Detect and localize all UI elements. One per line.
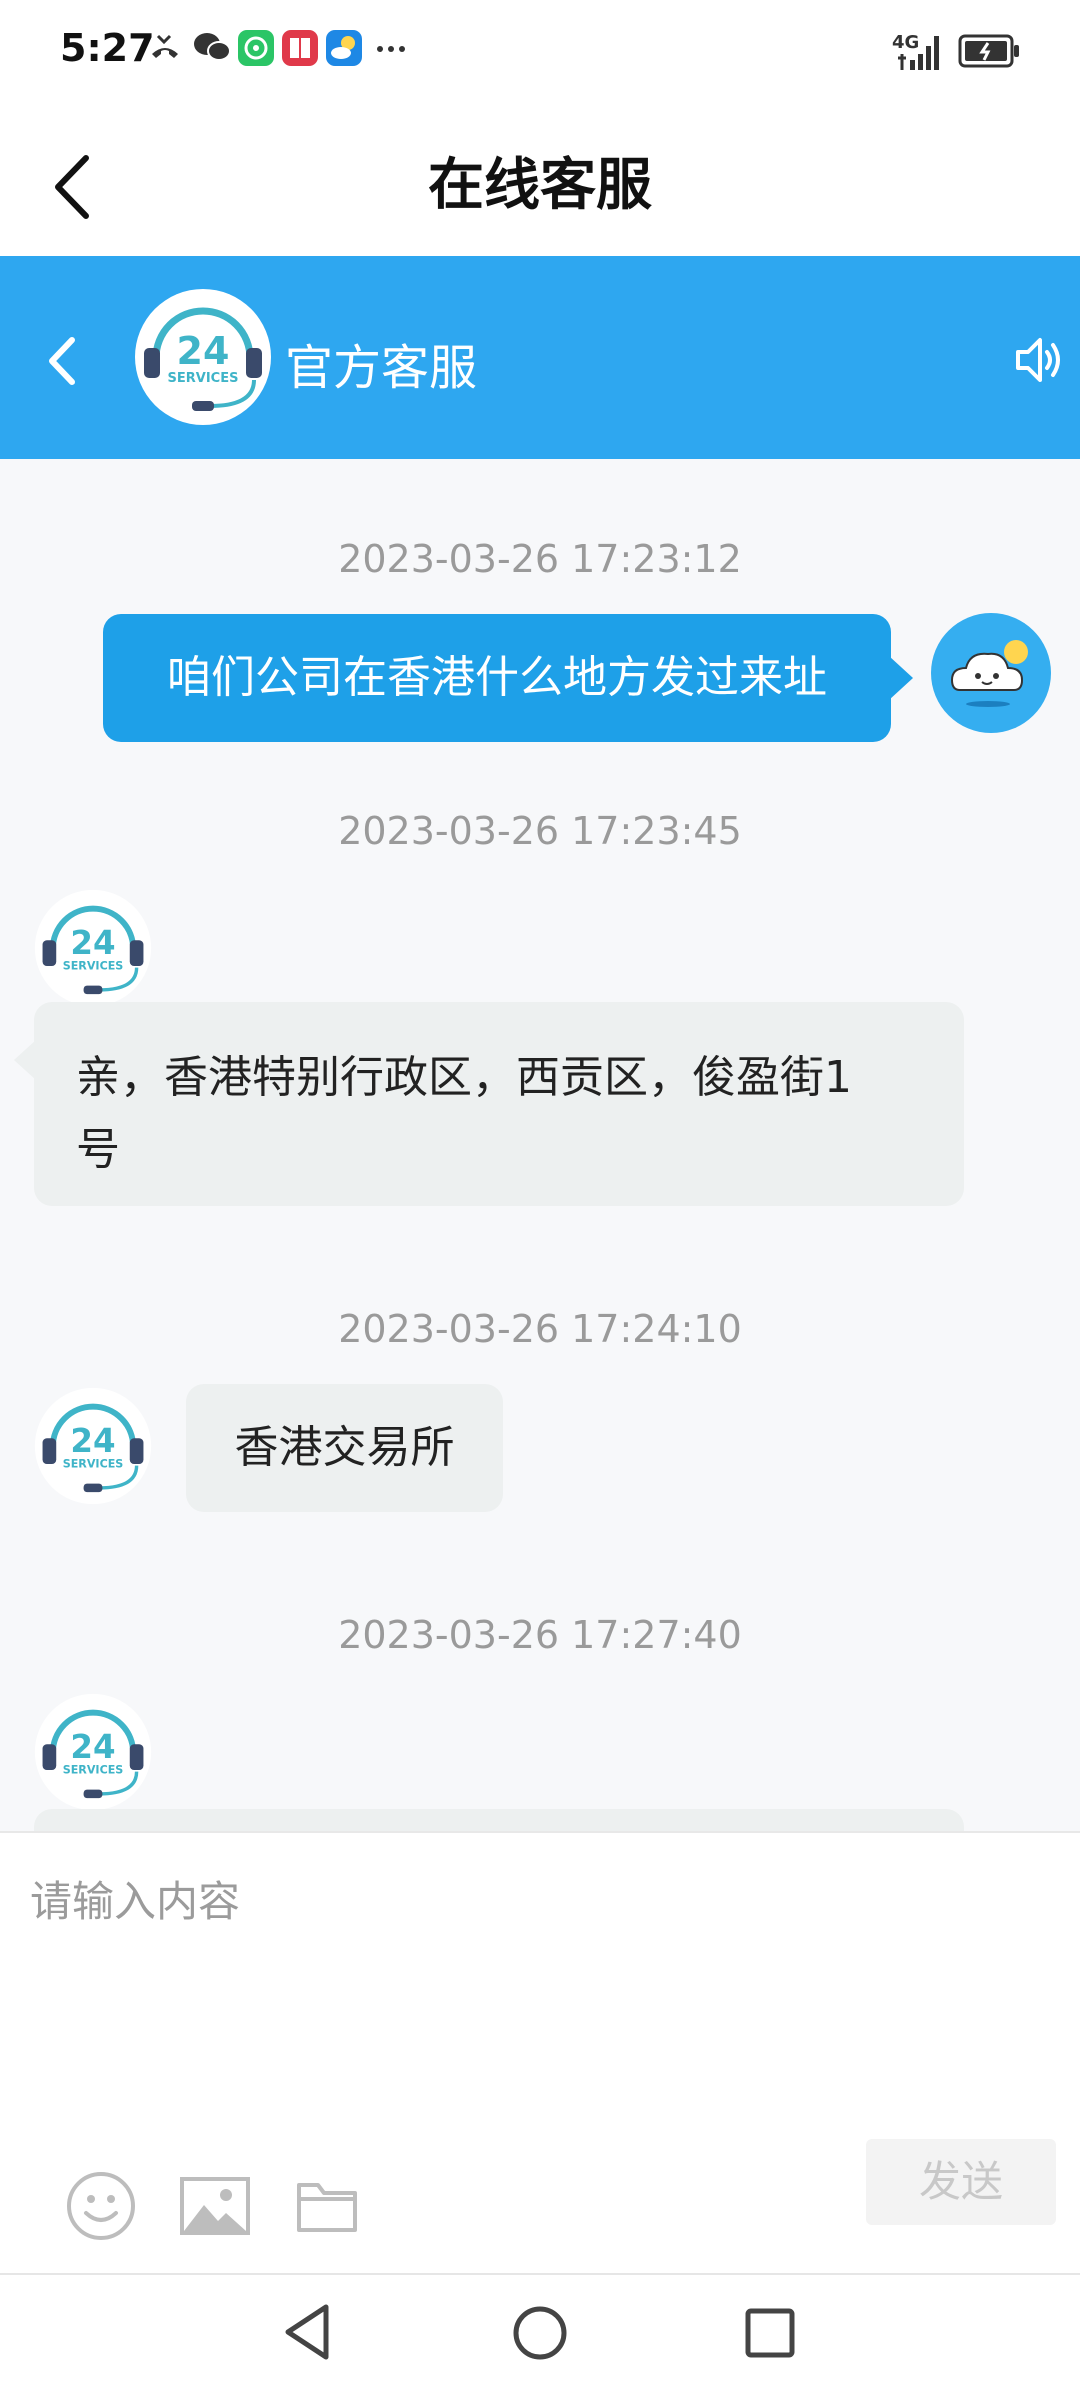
image-icon[interactable] — [180, 2177, 250, 2235]
agent-message-bubble[interactable] — [34, 1809, 964, 1831]
agent-avatar: 24 SERVICES — [135, 289, 271, 425]
wechat-icon — [194, 33, 231, 61]
missed-call-icon — [152, 34, 178, 58]
input-area: 发送 — [0, 1831, 1080, 2275]
messaging-app-icon — [238, 30, 274, 66]
agent-avatar: 24 SERVICES — [34, 1387, 152, 1505]
message-timestamp: 2023-03-26 17:23:45 — [338, 809, 742, 853]
agent-avatar: 24 SERVICES — [34, 889, 152, 1007]
message-timestamp: 2023-03-26 17:27:40 — [338, 1613, 742, 1657]
page-title: 在线客服 — [428, 153, 652, 218]
avatar-services-text: SERVICES — [168, 371, 239, 386]
more-notifications-icon — [377, 46, 405, 52]
chat-header: 24 SERVICES 官方客服 — [0, 256, 1080, 459]
user-avatar — [931, 613, 1051, 733]
status-bar: 5:27 4G — [0, 0, 1080, 100]
message-timestamp: 2023-03-26 17:23:12 — [338, 537, 742, 581]
agent-message-bubble[interactable]: 亲，香港特别行政区，西贡区，俊盈街1 号 — [14, 1002, 964, 1206]
avatar-24-text: 24 — [177, 329, 230, 373]
agent-avatar: 24 SERVICES — [34, 1693, 152, 1811]
signal-icon — [898, 36, 939, 70]
weather-app-icon — [326, 30, 362, 66]
avatar-services-text: SERVICES — [63, 1763, 124, 1776]
avatar-24-text: 24 — [70, 924, 115, 962]
avatar-services-text: SERVICES — [63, 1457, 124, 1470]
send-button[interactable]: 发送 — [866, 2139, 1056, 2225]
chat-area[interactable]: 2023-03-26 17:23:12 咱们公司在香港什么地方发过来址 2023… — [0, 459, 1080, 1831]
avatar-24-text: 24 — [70, 1422, 115, 1460]
avatar-services-text: SERVICES — [63, 959, 124, 972]
agent-message-line: 号 — [76, 1124, 120, 1175]
message-input[interactable] — [30, 1851, 1030, 1951]
emoji-icon[interactable] — [66, 2171, 136, 2241]
avatar-24-text: 24 — [70, 1728, 115, 1766]
user-message-bubble[interactable]: 咱们公司在香港什么地方发过来址 — [103, 614, 913, 742]
system-nav-bar — [0, 2273, 1080, 2390]
status-time: 5:27 — [60, 26, 155, 70]
chat-back-icon[interactable] — [42, 336, 82, 386]
home-nav-icon[interactable] — [512, 2305, 568, 2361]
title-bar: 在线客服 — [0, 100, 1080, 256]
back-nav-icon[interactable] — [282, 2303, 332, 2361]
book-app-icon — [282, 30, 318, 66]
message-timestamp: 2023-03-26 17:24:10 — [338, 1307, 742, 1351]
agent-message-line: 亲，香港特别行政区，西贡区，俊盈街1 — [76, 1052, 852, 1103]
folder-icon[interactable] — [296, 2179, 358, 2233]
agent-name: 官方客服 — [285, 340, 478, 396]
battery-icon — [958, 34, 1019, 68]
recents-nav-icon[interactable] — [744, 2307, 796, 2359]
speaker-icon[interactable] — [1014, 334, 1064, 386]
agent-message-bubble[interactable]: 香港交易所 — [186, 1384, 503, 1512]
